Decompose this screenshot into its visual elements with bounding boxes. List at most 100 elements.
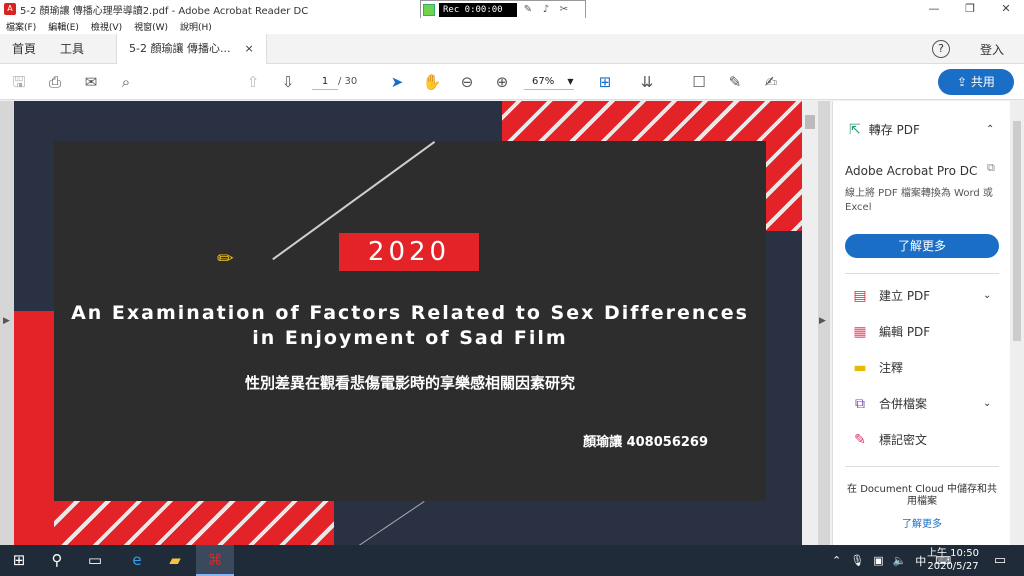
highlight-tool-icon[interactable]: ✎ [724,72,746,92]
help-icon[interactable]: ? [931,40,950,58]
hand-tool-icon[interactable]: ✋ [421,72,443,92]
comment-tool-icon[interactable]: ☐ [688,72,710,92]
recorder-brush-icon[interactable]: ♪ [539,3,553,17]
acrobat-app-icon: A [4,3,16,15]
microphone-icon[interactable]: 🎙 [850,554,864,567]
clock-date: 2020/5/27 [927,561,979,572]
screen-recorder-bar: Rec 0:00:00 ✎ ♪ ✂ [420,0,586,20]
slide-title-panel: 2020 An Examination of Factors Related t… [54,141,766,545]
slide-title-line1: An Examination of Factors Related to Sex… [71,302,749,324]
tab-document[interactable]: 5-2 顏瑜讓 傳播心... × [116,33,267,64]
zoom-level-value: 67% [532,76,555,87]
tool-label: 注釋 [879,361,904,375]
print-icon[interactable]: ⎙ [44,72,66,92]
file-explorer-icon[interactable]: ▰ [156,545,194,576]
start-icon[interactable]: ⊞ [0,545,38,576]
notification-center-icon[interactable]: ▭ [988,545,1012,576]
prev-page-icon[interactable]: ⇧ [242,72,264,92]
tab-tools[interactable]: 工具 [48,34,96,64]
export-pdf-icon: ⇱ [849,121,861,138]
pencil-cursor-icon: ✏ [217,246,234,270]
recorder-tools-icon[interactable]: ✂ [557,3,571,17]
menu-bar: 檔案(F) 編輯(E) 檢視(V) 視窗(W) 說明(H) [0,18,1024,34]
chevron-down-icon: ⌄ [983,290,992,301]
product-name: Adobe Acrobat Pro DC [845,164,978,178]
network-icon[interactable]: ▣ [873,554,883,567]
zoom-out-icon[interactable]: ⊖ [456,72,478,92]
document-cloud-learn-more-link[interactable]: 了解更多 [845,515,999,530]
combine-icon: ⧉ [855,395,865,412]
tool-edit-pdf[interactable]: ▦ 編輯 PDF [851,323,930,340]
collapse-right-pane-icon[interactable]: ▶ [819,316,826,326]
slide-year-badge: 2020 [339,233,479,271]
slide-title-line2: in Enjoyment of Sad Film [252,327,568,349]
copy-icon[interactable]: ⧉ [987,161,995,175]
export-pdf-header[interactable]: ⇱ 轉存 PDF ⌃ [849,121,994,138]
sign-tool-icon[interactable]: ✍ [760,72,782,92]
menu-view[interactable]: 檢視(V) [91,20,122,33]
task-view-icon[interactable]: ▭ [76,545,114,576]
acrobat-taskbar-icon[interactable]: ⌘ [196,545,234,576]
minimize-button[interactable]: — [916,0,952,18]
tools-pane: ⇱ 轉存 PDF ⌃ Adobe Acrobat Pro DC ⧉ 線上將 PD… [832,101,1010,545]
main-toolbar: 🖫 ⎙ ✉ ⌕ ⇧ ⇩ 1 / 30 ➤ ✋ ⊖ ⊕ 67% ▼ ⊞ ⇊ ☐ ✎… [0,64,1024,100]
taskbar-clock[interactable]: 上午 10:50 2020/5/27 [925,547,981,573]
tab-close-icon[interactable]: × [244,34,253,64]
search-icon[interactable]: ⌕ [115,72,137,92]
collapse-left-pane-icon[interactable]: ▶ [3,316,10,326]
tool-redact[interactable]: ✎ 標記密文 [851,431,927,448]
sign-in-link[interactable]: 登入 [980,41,1004,58]
share-button[interactable]: ⇪ 共用 [938,69,1014,95]
tool-create-pdf[interactable]: ▤ 建立 PDF ⌄ [851,287,991,304]
volume-icon[interactable]: 🔈 [893,554,907,567]
learn-more-button[interactable]: 了解更多 [845,234,999,258]
tab-home[interactable]: 首頁 [0,34,48,64]
tab-document-label: 5-2 顏瑜讓 傳播心... [129,41,231,55]
tool-comment[interactable]: ▬ 注釋 [851,359,903,376]
email-icon[interactable]: ✉ [80,72,102,92]
slide-author: 顏瑜讓 408056269 [583,435,708,450]
record-timer: Rec 0:00:00 [439,3,517,17]
select-tool-icon[interactable]: ➤ [386,72,408,92]
document-viewport[interactable]: 2020 An Examination of Factors Related t… [0,101,830,545]
page-number-input[interactable]: 1 [312,74,338,90]
windows-taskbar: ⊞ ⚲ ▭ e ▰ ⌘ ⌃ 🎙 ▣ 🔈 中 ⌨ 上午 10:50 2020/5/… [0,545,1024,576]
share-icon: ⇪ [957,75,971,89]
recorder-note-icon[interactable]: ✎ [521,3,535,17]
menu-file[interactable]: 檔案(F) [6,20,36,33]
menu-edit[interactable]: 編輯(E) [48,20,79,33]
scrollbar-thumb[interactable] [1013,121,1021,341]
divider [845,466,999,467]
window-title: 5-2 顏瑜讓 傳播心理學導讀2.pdf - Adobe Acrobat Rea… [20,5,309,17]
tool-combine[interactable]: ⧉ 合併檔案 ⌄ [851,395,991,412]
export-description: 線上將 PDF 檔案轉換為 Word 或 Excel [845,188,993,213]
redact-icon: ✎ [854,431,866,448]
maximize-button[interactable]: ❐ [952,0,988,18]
show-hidden-icons-icon[interactable]: ⌃ [832,554,841,567]
tools-pane-scrollbar[interactable] [1010,101,1024,545]
zoom-level-select[interactable]: 67% ▼ [524,74,574,90]
document-cloud-text: 在 Document Cloud 中儲存和共用檔案 [847,484,997,507]
menu-help[interactable]: 說明(H) [180,20,212,33]
scrollbar-thumb[interactable] [805,115,815,129]
window-controls: — ❐ ✕ [916,0,1024,18]
save-icon[interactable]: 🖫 [8,72,30,92]
scroll-mode-icon[interactable]: ⇊ [636,72,658,92]
next-page-icon[interactable]: ⇩ [277,72,299,92]
search-icon[interactable]: ⚲ [38,545,76,576]
edit-pdf-icon: ▦ [853,323,867,340]
tool-label: 合併檔案 [879,397,928,411]
clock-time: 上午 10:50 [927,548,979,559]
close-window-button[interactable]: ✕ [988,0,1024,18]
zoom-in-icon[interactable]: ⊕ [491,72,513,92]
record-status-icon[interactable] [423,4,435,16]
document-scrollbar[interactable] [802,101,818,545]
divider [845,273,999,274]
page-total: / 30 [338,76,358,87]
decorative-red-block [14,311,54,545]
fit-page-icon[interactable]: ⊞ [594,72,616,92]
menu-window[interactable]: 視窗(W) [134,20,168,33]
tool-label: 標記密文 [879,433,928,447]
edge-browser-icon[interactable]: e [118,545,156,576]
export-pdf-label: 轉存 PDF [868,123,920,137]
